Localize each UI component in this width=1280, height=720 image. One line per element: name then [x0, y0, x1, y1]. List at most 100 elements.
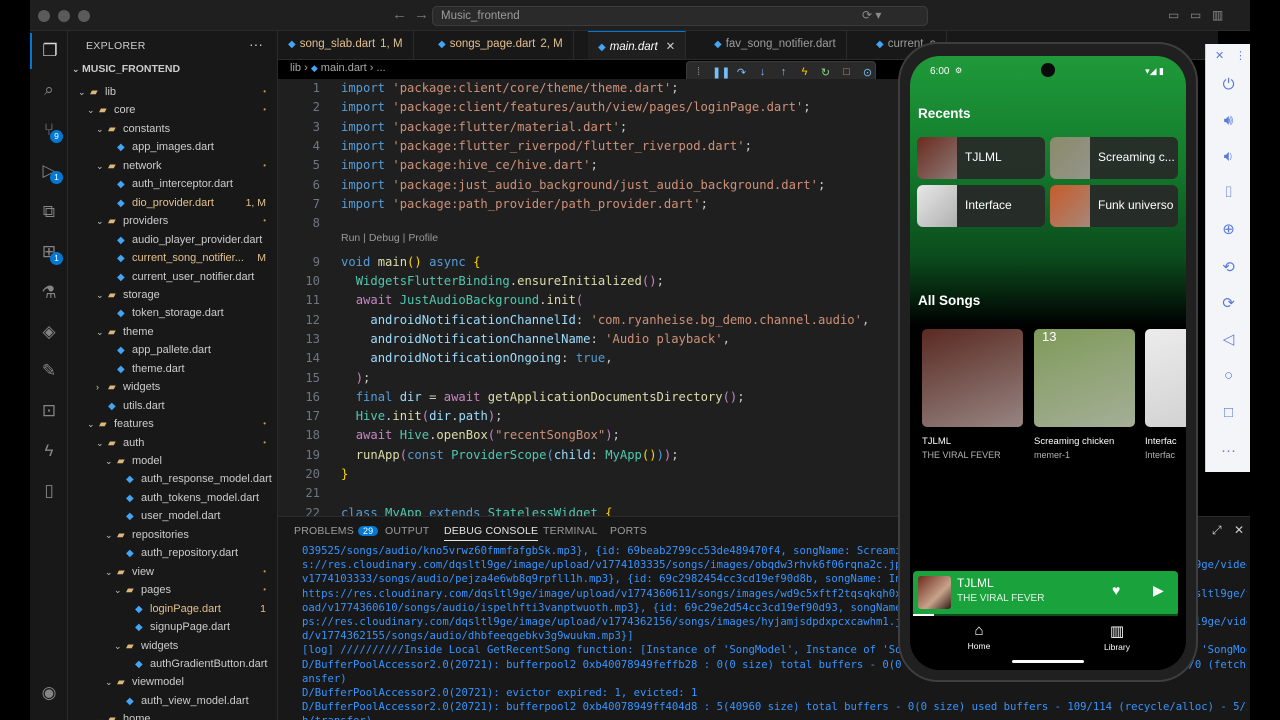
tree-folder[interactable]: ⌄ ▰ viewmodel [68, 673, 277, 692]
tree-folder[interactable]: ⌄ ▰ network • [68, 157, 277, 176]
more-dots-icon[interactable]: ··· [1206, 442, 1251, 459]
command-center-search[interactable]: Music_frontend [432, 6, 928, 26]
close-window-button[interactable] [38, 10, 50, 22]
toggle-sidebar-icon[interactable]: ▭ [1168, 8, 1179, 22]
tree-folder[interactable]: ⌄ ▰ core • [68, 101, 277, 120]
tree-file[interactable]: ◆ audio_player_provider.dart [68, 231, 277, 250]
search-icon[interactable]: ⌕ [30, 72, 68, 108]
rotate-right-icon[interactable]: ⟳ [1206, 294, 1251, 312]
close-tab-icon[interactable]: ✕ [666, 41, 676, 53]
tree-file[interactable]: ◆ app_pallete.dart [68, 341, 277, 360]
tree-file[interactable]: ◆ app_images.dart [68, 138, 277, 157]
tree-file[interactable]: ◆ auth_view_model.dart [68, 692, 277, 711]
edit-pencil-icon[interactable]: ✎ [30, 353, 68, 389]
remote-explorer-icon[interactable]: ⧉ [30, 194, 68, 230]
editor-tab[interactable]: ◆ songs_page.dart 2, M [428, 31, 574, 59]
lightning-icon[interactable]: ϟ [30, 433, 68, 469]
tree-file[interactable]: ◆ loginPage.dart 1 [68, 600, 277, 619]
screenshot-camera-icon[interactable]: ⌷ [1206, 184, 1251, 201]
code-line[interactable]: 20} [278, 465, 898, 484]
tab-problems[interactable]: PROBLEMS 29 [294, 525, 379, 537]
code-line[interactable]: 7 import 'package:path_provider/path_prov… [278, 195, 898, 214]
tree-file[interactable]: ◆ dio_provider.dart 1, M [68, 194, 277, 213]
run-debug-codelens[interactable]: Run | Debug | Profile [341, 232, 438, 244]
code-line[interactable]: 8 [278, 214, 898, 233]
play-icon[interactable]: ▶ [1153, 582, 1164, 599]
volume-down-icon[interactable]: 🔉︎ [1206, 148, 1251, 165]
code-line[interactable]: 6 import 'package:just_audio_background/j… [278, 176, 898, 195]
tree-folder[interactable]: ⌄ ▰ repositories [68, 526, 277, 545]
nav-library[interactable]: ▥ Library [1077, 622, 1157, 652]
tree-file[interactable]: ◆ token_storage.dart [68, 304, 277, 323]
run-debug-icon[interactable]: ▷ 1 [30, 153, 68, 189]
code-line[interactable]: 9 void main() async { [278, 253, 898, 272]
code-line[interactable]: 19 runApp(const ProviderScope(child: MyA… [278, 446, 898, 465]
close-panel-icon[interactable]: ✕ [1234, 523, 1244, 537]
tab-debug-console[interactable]: DEBUG CONSOLE [444, 525, 539, 541]
playback-progress-bar[interactable] [913, 614, 1178, 616]
forward-arrow-icon[interactable]: → [414, 6, 429, 23]
tree-file[interactable]: ◆ current_user_notifier.dart [68, 268, 277, 287]
code-line[interactable]: 15 ); [278, 369, 898, 388]
code-line[interactable]: 16 final dir = await getApplicationDocum… [278, 388, 898, 407]
drag-handle-icon[interactable]: ⁞ [691, 66, 706, 78]
editor-tab[interactable]: ◆ main.dart ✕ [588, 31, 687, 59]
home-circle-icon[interactable]: ○ [1206, 367, 1251, 384]
code-line[interactable]: 1 import 'package:client/core/theme/theme… [278, 79, 898, 98]
tree-folder[interactable]: ⌄ ▰ home [68, 710, 277, 720]
extensions-icon[interactable]: ⊞ 1 [30, 234, 68, 270]
tree-folder[interactable]: ⌄ ▰ widgets [68, 637, 277, 656]
tree-folder[interactable]: ⌄ ▰ storage [68, 286, 277, 305]
zoom-in-icon[interactable]: ⊕ [1206, 220, 1251, 238]
tree-folder[interactable]: ⌄ ▰ providers • [68, 212, 277, 231]
tree-folder[interactable]: › ▰ widgets [68, 378, 277, 397]
emulator-close-icon[interactable]: ✕ [1215, 49, 1224, 62]
breadcrumb-folder[interactable]: lib [290, 62, 301, 74]
code-line[interactable]: 18 await Hive.openBox("recentSongBox"); [278, 426, 898, 445]
recent-song-card[interactable]: TJLML [917, 137, 1045, 179]
song-thumbnail[interactable] [1145, 329, 1186, 427]
code-line[interactable]: 5 import 'package:hive_ce/hive.dart'; [278, 156, 898, 175]
code-line[interactable]: 21 [278, 484, 898, 503]
code-line[interactable]: 11 await JustAudioBackground.init( [278, 291, 898, 310]
tree-folder[interactable]: ⌄ ▰ pages • [68, 581, 277, 600]
code-line[interactable]: 4 import 'package:flutter_riverpod/flutte… [278, 137, 898, 156]
tree-file[interactable]: ◆ auth_interceptor.dart [68, 175, 277, 194]
tree-file[interactable]: ◆ signupPage.dart [68, 618, 277, 637]
tree-file[interactable]: ◆ user_model.dart [68, 507, 277, 526]
mini-player[interactable]: TJLML THE VIRAL FEVER ♥ ▶ [913, 571, 1178, 616]
tree-folder[interactable]: ⌄ ▰ auth • [68, 434, 277, 453]
tree-file[interactable]: ◆ current_song_notifier... M [68, 249, 277, 268]
code-line[interactable]: 13 androidNotificationChannelName: 'Audi… [278, 330, 898, 349]
flutter-icon[interactable]: ◈ [30, 314, 68, 350]
code-line[interactable]: 2 import 'package:client/features/auth/vi… [278, 98, 898, 117]
tab-output[interactable]: OUTPUT [385, 525, 429, 537]
tree-folder[interactable]: ⌄ ▰ constants [68, 120, 277, 139]
volume-up-icon[interactable]: 🔊︎ [1206, 112, 1251, 129]
tab-terminal[interactable]: TERMINAL [543, 525, 598, 537]
tree-folder[interactable]: ⌄ ▰ theme [68, 323, 277, 342]
recent-song-card[interactable]: Funk universo [1050, 185, 1178, 227]
source-control-icon[interactable]: ⑂ 9 [30, 112, 68, 148]
song-thumbnail[interactable]: 13 [1034, 329, 1135, 427]
inspect-icon[interactable]: ⊡ [30, 393, 68, 429]
sync-icon[interactable]: ⟳ ▾ [862, 8, 881, 22]
inspect-widget-icon[interactable]: ⊙ [860, 66, 875, 79]
code-line[interactable]: 12 androidNotificationChannelId: 'com.ry… [278, 311, 898, 330]
account-icon[interactable]: ◉ [30, 675, 68, 711]
code-editor[interactable]: Run | Debug | Profile 1 import 'package:c… [278, 79, 898, 516]
step-out-icon[interactable]: ↑ [776, 66, 791, 78]
tree-folder[interactable]: ⌄ ▰ model [68, 452, 277, 471]
tree-folder[interactable]: ⌄ ▰ view • [68, 563, 277, 582]
explorer-files-icon[interactable]: ❐ [30, 33, 68, 69]
workspace-root[interactable]: ⌄ MUSIC_FRONTEND [72, 63, 180, 75]
testing-flask-icon[interactable]: ⚗ [30, 275, 68, 311]
editor-tab[interactable]: ◆ fav_song_notifier.dart [704, 31, 847, 59]
tree-file[interactable]: ◆ theme.dart [68, 360, 277, 379]
minimize-window-button[interactable] [58, 10, 70, 22]
layout-icon[interactable]: ▥ [1212, 8, 1223, 22]
tree-file[interactable]: ◆ authGradientButton.dart [68, 655, 277, 674]
editor-tab[interactable]: ◆ song_slab.dart 1, M [278, 31, 414, 59]
rotate-left-icon[interactable]: ⟲ [1206, 258, 1251, 276]
code-line[interactable]: 3 import 'package:flutter/material.dart'; [278, 118, 898, 137]
